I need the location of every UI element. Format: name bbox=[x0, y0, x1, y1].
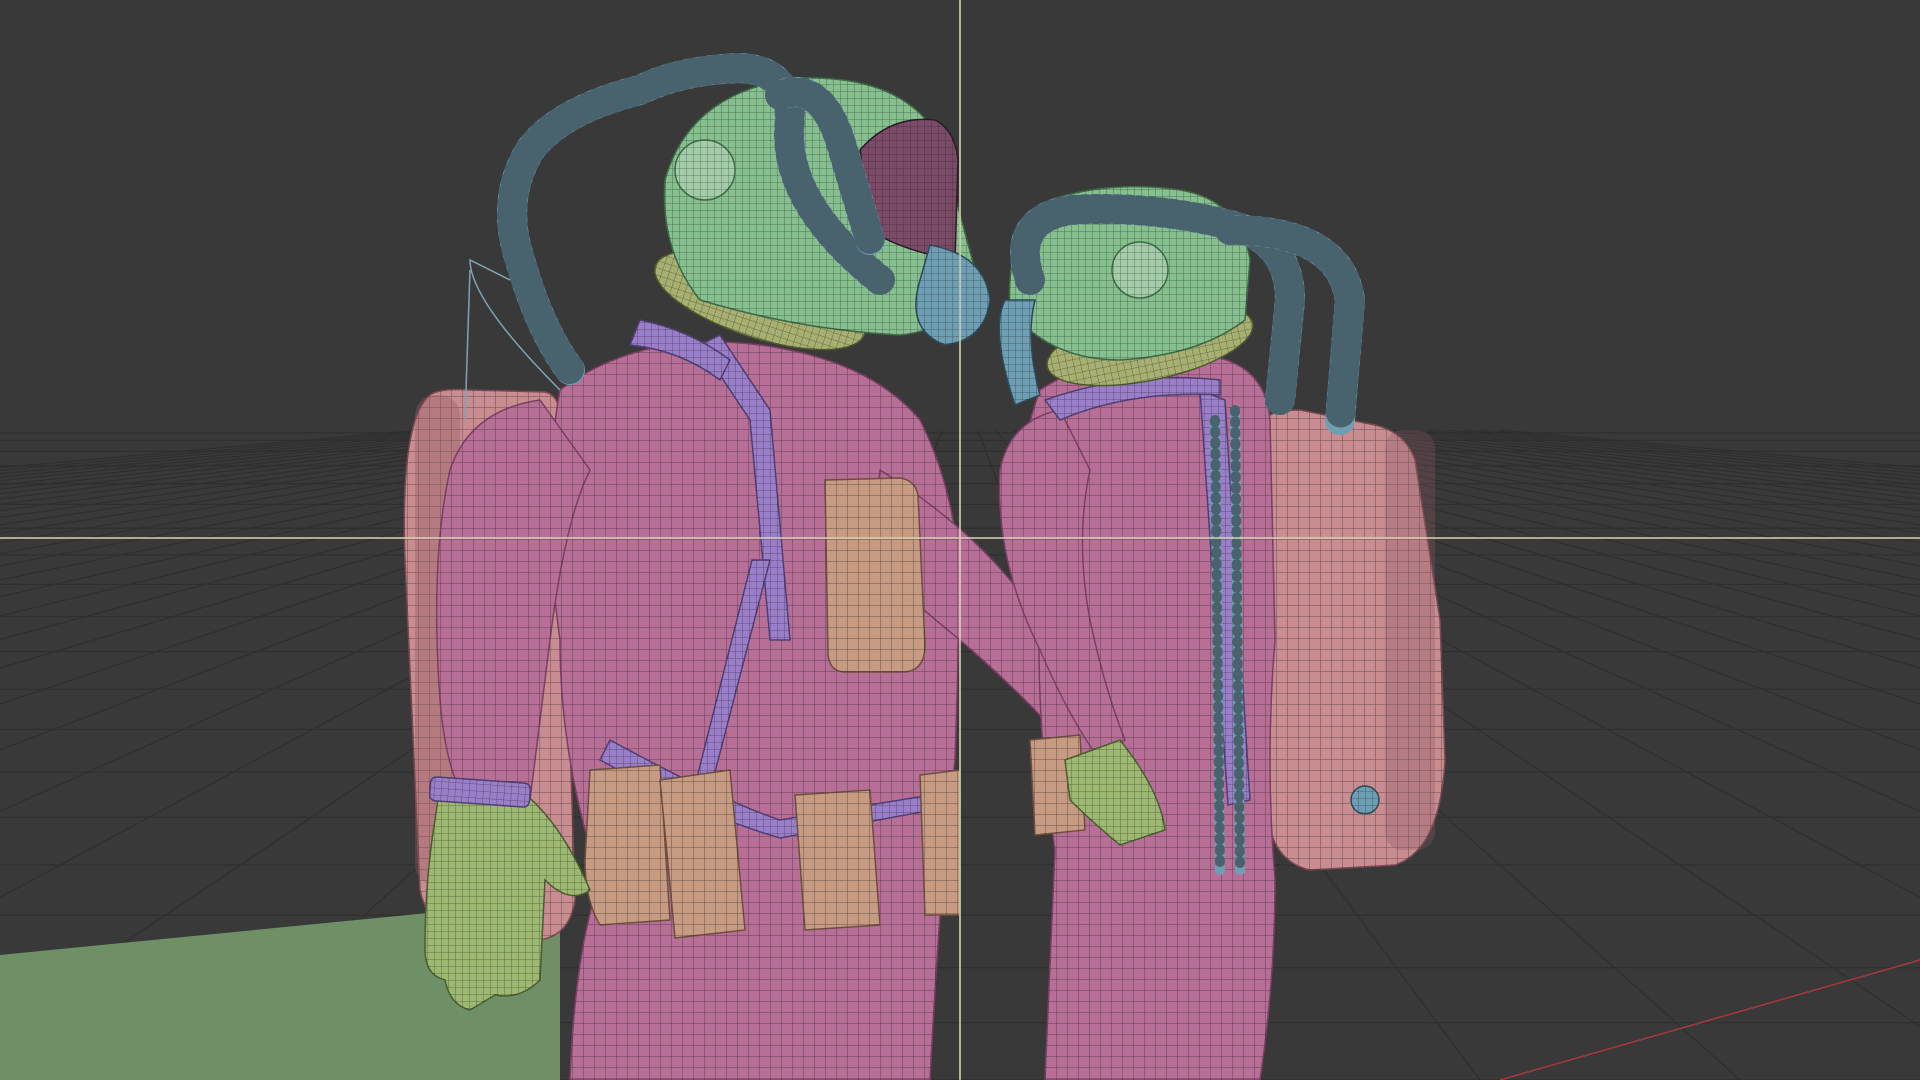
3d-viewport[interactable] bbox=[0, 0, 1920, 1080]
x-axis-line bbox=[1499, 959, 1920, 1080]
diver-right[interactable] bbox=[998, 185, 1446, 1080]
viewport-canvas[interactable] bbox=[0, 0, 1920, 1080]
